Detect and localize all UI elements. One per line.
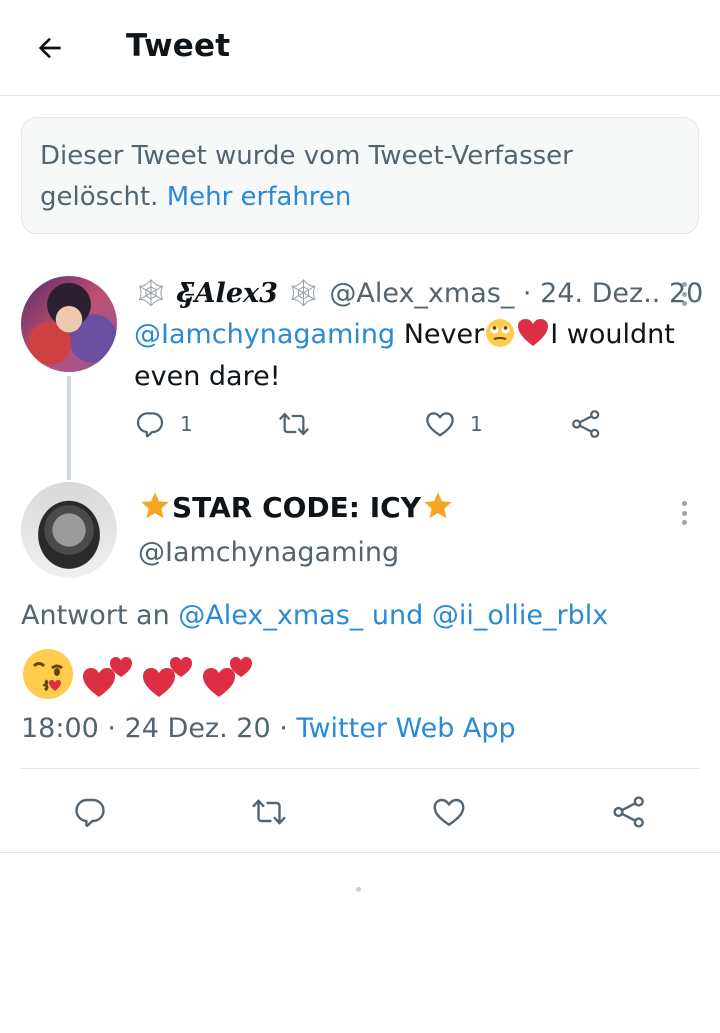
reply-conjunction[interactable]: und (372, 600, 423, 631)
user-handle[interactable]: @Iamchynagaming (138, 533, 399, 573)
deleted-tweet-notice: Dieser Tweet wurde vom Tweet-Verfasser g… (21, 117, 699, 234)
tweet-meta: 18:00 · 24 Dez. 20 · Twitter Web App (21, 709, 516, 749)
eye-roll-emoji-icon (486, 319, 515, 347)
more-vertical-icon[interactable] (674, 498, 694, 528)
tweet-text (21, 646, 255, 702)
spider-web-icon: 🕸 (134, 278, 169, 309)
loading-indicator (356, 887, 361, 892)
back-button[interactable] (26, 24, 74, 72)
share-button[interactable] (570, 408, 602, 440)
star-icon (424, 492, 452, 519)
like-count: 1 (470, 412, 483, 436)
divider (0, 852, 720, 853)
reply-button[interactable]: 1 (134, 408, 193, 440)
like-button[interactable]: 1 (424, 408, 483, 440)
mention-link[interactable]: @Iamchynagaming (134, 319, 395, 350)
like-icon (426, 412, 454, 437)
retweet-button[interactable] (278, 408, 310, 440)
tweet-text: @Iamchynagaming Never I wouldnt even dare… (134, 314, 694, 398)
separator: · (522, 278, 532, 309)
share-button[interactable] (609, 792, 649, 832)
retweet-icon (252, 799, 286, 825)
separator: · (279, 713, 288, 744)
two-hearts-emoji-icon (203, 657, 252, 697)
avatar[interactable] (21, 482, 117, 578)
arrow-left-icon (38, 37, 61, 59)
display-name[interactable]: Ƹ̵̡Alex3 (177, 278, 278, 309)
thread-connector (67, 376, 71, 480)
divider (21, 768, 699, 769)
star-icon (141, 492, 169, 519)
tweet-text-start: Never (403, 319, 485, 350)
kiss-face-emoji-icon (23, 649, 73, 699)
reply-prefix: Antwort an (21, 600, 170, 631)
retweet-icon (279, 412, 309, 436)
share-icon (572, 410, 600, 438)
reply-user-link[interactable]: @ii_ollie_rblx (432, 600, 608, 631)
tweet-actions (0, 770, 720, 852)
top-bar: Tweet (0, 0, 720, 96)
retweet-button[interactable] (249, 792, 289, 832)
reply-user-link[interactable]: @Alex_xmas_ (178, 600, 363, 631)
tweet-time: 18:00 (21, 713, 99, 744)
avatar[interactable] (21, 276, 117, 372)
source-link[interactable]: Twitter Web App (296, 713, 515, 744)
display-name-text: STAR CODE: ICY (172, 491, 421, 524)
display-name[interactable]: STAR CODE: ICY (138, 488, 455, 528)
spider-web-icon: 🕸 (286, 278, 321, 309)
reply-icon (136, 412, 164, 438)
learn-more-link[interactable]: Mehr erfahren (167, 182, 352, 212)
page-title: Tweet (126, 28, 231, 64)
red-heart-emoji-icon (518, 319, 549, 346)
tweet-date: 24 Dez. 20 (124, 713, 271, 744)
reply-count: 1 (180, 412, 193, 436)
share-icon (613, 796, 644, 828)
user-handle[interactable]: @Alex_xmas_ (329, 278, 514, 309)
reply-icon (75, 798, 105, 827)
tweet-actions: 1 1 (134, 408, 614, 448)
reply-context: Antwort an @Alex_xmas_ und @ii_ollie_rbl… (21, 596, 608, 636)
two-hearts-emoji-icon (83, 657, 132, 697)
tweet-header: 🕸 Ƹ̵̡Alex3 🕸 @Alex_xmas_ · 24. Dez.. 20 (134, 274, 703, 314)
reply-button[interactable] (70, 792, 110, 832)
separator: · (107, 713, 116, 744)
two-hearts-emoji-icon (143, 657, 192, 697)
like-button[interactable] (429, 792, 469, 832)
more-vertical-icon[interactable] (674, 279, 694, 309)
like-icon (433, 798, 465, 826)
